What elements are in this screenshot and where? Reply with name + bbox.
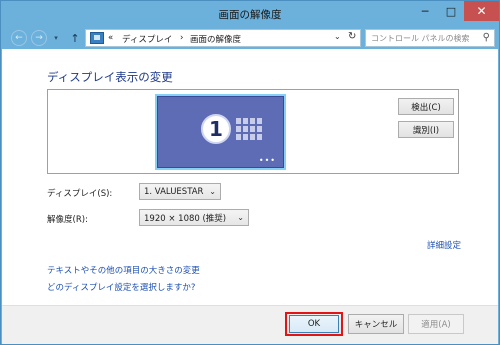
ok-button[interactable]: OK bbox=[285, 312, 343, 336]
close-button[interactable]: ✕ bbox=[464, 1, 499, 21]
address-bar[interactable]: « ディスプレイ › 画面の解像度 ⌄ ↻ bbox=[85, 29, 361, 47]
page-title: ディスプレイ表示の変更 bbox=[47, 70, 173, 84]
display-select-value: 1. VALUESTAR bbox=[144, 186, 204, 197]
breadcrumb-screen-resolution[interactable]: 画面の解像度 bbox=[190, 33, 241, 45]
display-settings-help-link[interactable]: どのディスプレイ設定を選択しますか? bbox=[47, 281, 195, 293]
address-dropdown-icon[interactable]: ⌄ bbox=[334, 32, 341, 41]
ok-button-label: OK bbox=[289, 315, 339, 333]
navigation-bar: ← → ▾ ↑ « ディスプレイ › 画面の解像度 ⌄ ↻ コントロール パネル… bbox=[1, 27, 499, 49]
detect-button[interactable]: 検出(C) bbox=[398, 98, 454, 115]
refresh-icon[interactable]: ↻ bbox=[348, 31, 356, 42]
taskbar-dots-icon: ••• bbox=[258, 156, 276, 165]
monitor-icon[interactable]: 1 ••• bbox=[155, 94, 286, 170]
apply-button[interactable]: 適用(A) bbox=[408, 314, 464, 334]
chevron-down-icon: ⌄ bbox=[237, 213, 244, 222]
forward-arrow-icon[interactable]: → bbox=[31, 30, 47, 46]
back-arrow-icon[interactable]: ← bbox=[11, 30, 27, 46]
resolution-label: 解像度(R): bbox=[47, 215, 88, 225]
monitor-number: 1 bbox=[201, 114, 231, 144]
recent-locations-icon[interactable]: ▾ bbox=[48, 30, 64, 46]
breadcrumb-separator[interactable]: › bbox=[180, 33, 183, 43]
resolution-select-value: 1920 × 1080 (推奨) bbox=[144, 213, 227, 224]
text-size-link[interactable]: テキストやその他の項目の大きさの変更 bbox=[47, 264, 200, 276]
screen-resolution-window: 画面の解像度 ─ □ ✕ ← → ▾ ↑ « ディスプレイ › 画面の解像度 ⌄… bbox=[0, 0, 500, 345]
identify-button[interactable]: 識別(I) bbox=[398, 121, 454, 138]
title-bar[interactable]: 画面の解像度 ─ □ ✕ bbox=[1, 1, 499, 27]
breadcrumb-display[interactable]: ディスプレイ bbox=[122, 33, 172, 45]
search-icon[interactable]: ⚲ bbox=[483, 32, 490, 43]
display-label: ディスプレイ(S): bbox=[47, 189, 113, 199]
display-preview-panel: 1 ••• 検出(C) 識別(I) bbox=[47, 89, 459, 174]
search-box[interactable]: コントロール パネルの検索 ⚲ bbox=[365, 29, 495, 47]
cancel-button[interactable]: キャンセル bbox=[348, 314, 404, 334]
control-panel-icon bbox=[90, 32, 104, 44]
display-select[interactable]: 1. VALUESTAR ⌄ bbox=[139, 183, 221, 200]
maximize-button[interactable]: □ bbox=[438, 1, 464, 21]
start-tiles-icon bbox=[236, 118, 264, 144]
up-arrow-icon[interactable]: ↑ bbox=[67, 30, 83, 46]
content-area: ディスプレイ表示の変更 1 ••• 検出(C) 識別(I) ディスプレイ(S):… bbox=[2, 49, 498, 305]
minimize-button[interactable]: ─ bbox=[412, 1, 438, 21]
advanced-settings-link[interactable]: 詳細設定 bbox=[427, 239, 461, 251]
resolution-select[interactable]: 1920 × 1080 (推奨) ⌄ bbox=[139, 209, 249, 226]
breadcrumb-overflow[interactable]: « bbox=[108, 33, 113, 43]
chevron-down-icon: ⌄ bbox=[209, 187, 216, 196]
search-placeholder: コントロール パネルの検索 bbox=[371, 34, 470, 43]
dialog-footer: OK キャンセル 適用(A) bbox=[2, 305, 498, 344]
